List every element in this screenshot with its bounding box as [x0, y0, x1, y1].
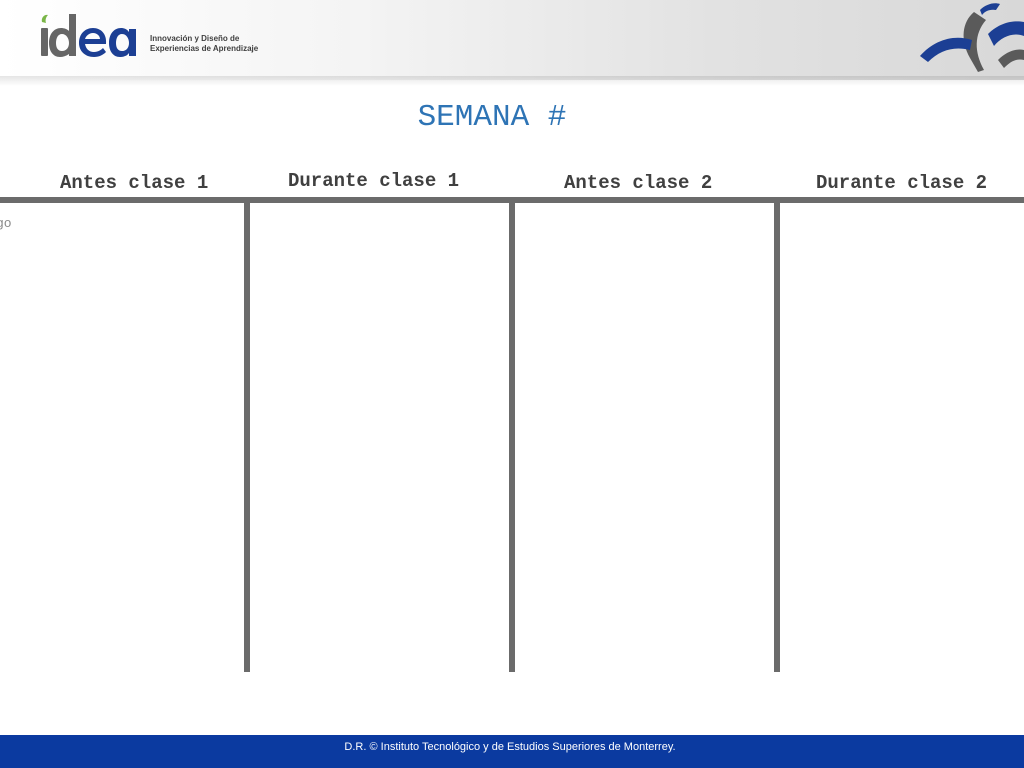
decorative-swirl-icon [920, 3, 1024, 72]
column-divider [774, 197, 780, 672]
column-divider [509, 197, 515, 672]
slide-title: SEMANA # [417, 100, 567, 135]
idea-logo [41, 14, 136, 57]
column-header-antes-clase-2: Antes clase 2 [564, 172, 713, 194]
column-header-durante-clase-1: Durante clase 1 [288, 170, 460, 192]
footer-bar: D.R. © Instituto Tecnológico y de Estudi… [0, 735, 1024, 768]
cropped-text-fragment: go [0, 216, 12, 231]
org-name: Innovación y Diseño de Experiencias de A… [150, 34, 258, 54]
column-divider [244, 197, 250, 672]
org-name-line1: Innovación y Diseño de [150, 34, 240, 43]
column-header-antes-clase-1: Antes clase 1 [60, 172, 209, 194]
header-shadow [0, 76, 1024, 86]
copyright-text: D.R. © Instituto Tecnológico y de Estudi… [344, 741, 676, 753]
column-header-durante-clase-2: Durante clase 2 [816, 172, 988, 194]
org-name-line2: Experiencias de Aprendizaje [150, 44, 259, 53]
header-banner: Innovación y Diseño de Experiencias de A… [0, 0, 1024, 80]
